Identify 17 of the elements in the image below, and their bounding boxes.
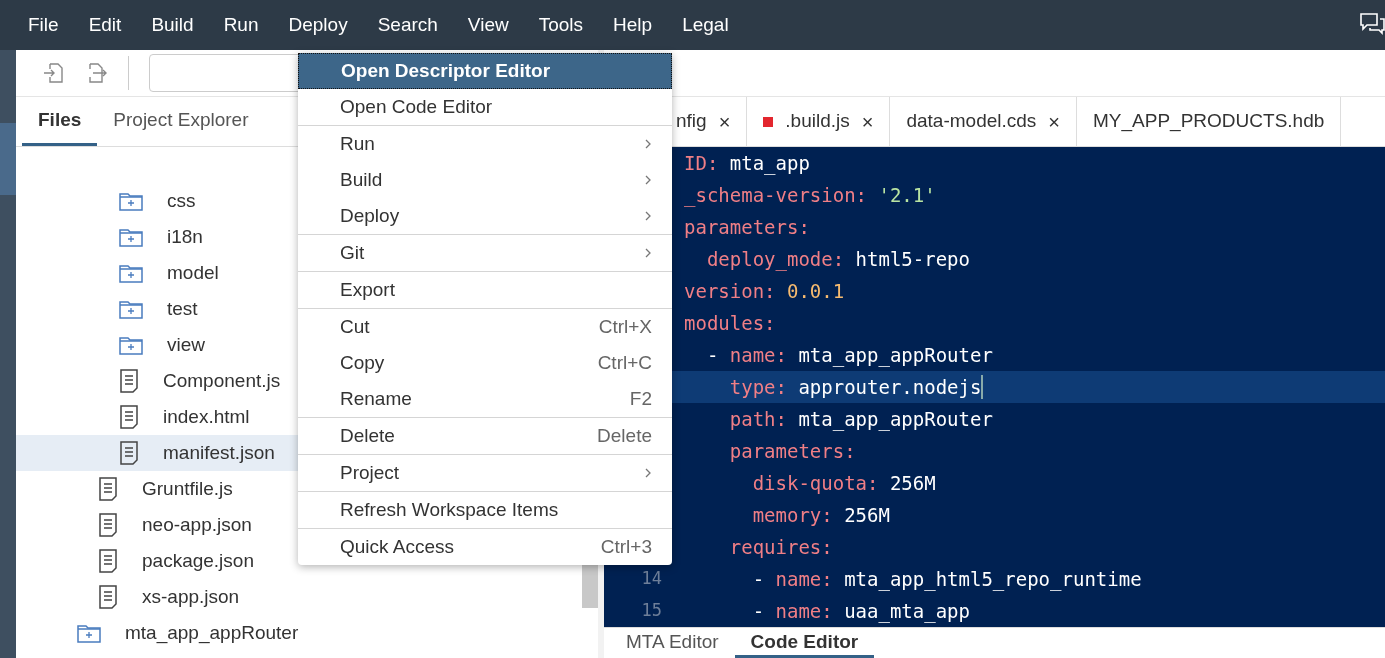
code-line: - name: mta_app_html5_repo_runtime xyxy=(751,566,1142,593)
code-line: parameters: xyxy=(728,438,856,464)
code-line: disk-quota: 256M xyxy=(751,470,936,496)
code-line: memory: 256M xyxy=(751,502,890,528)
line-number: 14 xyxy=(641,568,662,589)
code-line: requires: xyxy=(728,534,833,560)
code-line: - name: mta_app_appRouter xyxy=(705,342,993,369)
code-line: - name: uaa_mta_app xyxy=(751,598,970,625)
code-line: deploy_mode: html5-repo xyxy=(705,246,970,273)
code-line: modules: xyxy=(684,310,776,336)
code-line: parameters: xyxy=(684,214,810,240)
line-number: 15 xyxy=(641,600,662,621)
code-line: version: 0.0.1 xyxy=(684,278,845,304)
code-line: type: approuter.nodejs xyxy=(728,374,982,400)
code-line: ID: mta_app xyxy=(684,150,810,177)
code-line: path: mta_app_appRouter xyxy=(728,406,993,433)
code-line: _schema-version: '2.1' xyxy=(684,182,936,209)
